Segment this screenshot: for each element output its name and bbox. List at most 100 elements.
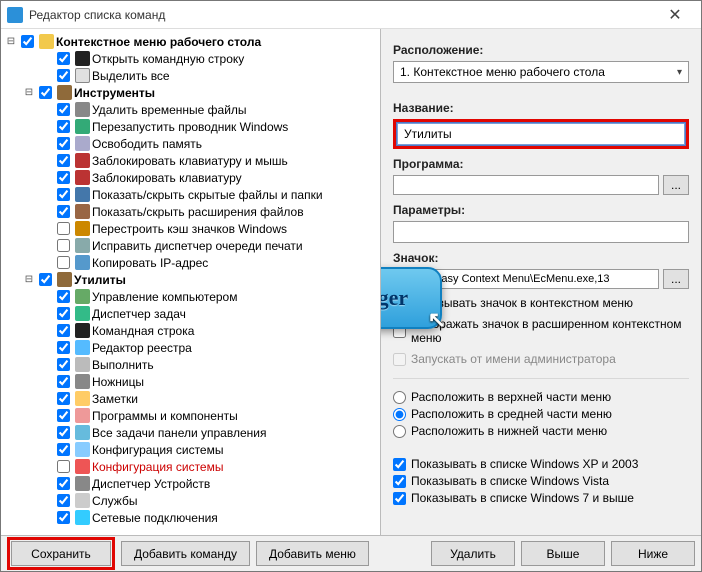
tree-checkbox[interactable] (39, 86, 52, 99)
position-middle-radio[interactable] (393, 408, 406, 421)
tree-item-label: Заблокировать клавиатуру (92, 171, 242, 185)
tree-checkbox[interactable] (57, 188, 70, 201)
tree-row[interactable]: Заблокировать клавиатуру и мышь (3, 152, 378, 169)
tree-checkbox[interactable] (39, 273, 52, 286)
tree-row[interactable]: Показать/скрыть расширения файлов (3, 203, 378, 220)
tree-row[interactable]: Выделить все (3, 67, 378, 84)
tree-row[interactable]: Командная строка (3, 322, 378, 339)
tree-row[interactable]: Показать/скрыть скрытые файлы и папки (3, 186, 378, 203)
tree-row[interactable]: ⊟Инструменты (3, 84, 378, 101)
tree-row[interactable]: Исправить диспетчер очереди печати (3, 237, 378, 254)
add-command-button[interactable]: Добавить команду (121, 541, 250, 566)
name-input[interactable] (397, 123, 685, 145)
tree-checkbox[interactable] (57, 171, 70, 184)
tree-item-icon (74, 136, 90, 152)
tree-row[interactable]: Заблокировать клавиатуру (3, 169, 378, 186)
tree-row[interactable]: Управление компьютером (3, 288, 378, 305)
tree-checkbox[interactable] (57, 222, 70, 235)
tree-checkbox[interactable] (57, 256, 70, 269)
tree-checkbox[interactable] (57, 443, 70, 456)
show-vista-checkbox[interactable] (393, 475, 406, 488)
tree-checkbox[interactable] (57, 341, 70, 354)
tree-row[interactable]: Редактор реестра (3, 339, 378, 356)
move-up-button[interactable]: Выше (521, 541, 605, 566)
tree-checkbox[interactable] (57, 154, 70, 167)
tree-item-label: Сетевые подключения (92, 511, 218, 525)
tree-row[interactable]: Перестроить кэш значков Windows (3, 220, 378, 237)
add-menu-button[interactable]: Добавить меню (256, 541, 369, 566)
tree-item-label: Диспетчер Устройств (92, 477, 210, 491)
move-down-button[interactable]: Ниже (611, 541, 695, 566)
params-label: Параметры: (393, 203, 689, 217)
tree-checkbox[interactable] (57, 69, 70, 82)
tree-checkbox[interactable] (57, 511, 70, 524)
tree-row[interactable]: Конфигурация системы (3, 441, 378, 458)
tree-checkbox[interactable] (57, 477, 70, 490)
icon-browse-button[interactable]: ... (663, 269, 689, 289)
tree-checkbox[interactable] (57, 409, 70, 422)
tree-item-icon (56, 85, 72, 101)
tree-panel[interactable]: ⊟Контекстное меню рабочего столаОткрыть … (1, 29, 381, 535)
expander-icon[interactable]: ⊟ (23, 274, 35, 285)
show-win7-checkbox[interactable] (393, 492, 406, 505)
tree-checkbox[interactable] (57, 358, 70, 371)
tree-row[interactable]: Конфигурация системы (3, 458, 378, 475)
tree-item-label: Выделить все (92, 69, 170, 83)
tree-row[interactable]: Выполнить (3, 356, 378, 373)
tree-row[interactable]: ⊟Утилиты (3, 271, 378, 288)
tree-checkbox[interactable] (57, 239, 70, 252)
tree-checkbox[interactable] (21, 35, 34, 48)
tree-row[interactable]: ⊟Контекстное меню рабочего стола (3, 33, 378, 50)
tree-checkbox[interactable] (57, 120, 70, 133)
position-top-radio[interactable] (393, 391, 406, 404)
tree-row[interactable]: Все задачи панели управления (3, 424, 378, 441)
location-select[interactable]: 1. Контекстное меню рабочего стола ▾ (393, 61, 689, 83)
tree-item-label: Перестроить кэш значков Windows (92, 222, 287, 236)
show-vista-label: Показывать в списке Windows Vista (411, 474, 609, 488)
run-admin-label: Запускать от имени администратора (411, 352, 616, 366)
program-browse-button[interactable]: ... (663, 175, 689, 195)
tree-row[interactable]: Ножницы (3, 373, 378, 390)
tree-row[interactable]: Сетевые подключения (3, 509, 378, 526)
tree-checkbox[interactable] (57, 307, 70, 320)
params-input[interactable] (393, 221, 689, 243)
location-label: Расположение: (393, 43, 689, 57)
tree-row[interactable]: Перезапустить проводник Windows (3, 118, 378, 135)
tree-checkbox[interactable] (57, 290, 70, 303)
tree-row[interactable]: Освободить память (3, 135, 378, 152)
expander-icon[interactable]: ⊟ (23, 87, 35, 98)
delete-button[interactable]: Удалить (431, 541, 515, 566)
expander-icon[interactable]: ⊟ (5, 36, 17, 47)
tree-row[interactable]: Службы (3, 492, 378, 509)
tree-item-icon (74, 51, 90, 67)
close-button[interactable]: ✕ (655, 2, 695, 28)
tree-row[interactable]: Диспетчер задач (3, 305, 378, 322)
tree-checkbox[interactable] (57, 460, 70, 473)
program-input[interactable] (393, 175, 659, 195)
tree-checkbox[interactable] (57, 392, 70, 405)
tree-checkbox[interactable] (57, 103, 70, 116)
tree-checkbox[interactable] (57, 375, 70, 388)
tree-item-label: Ножницы (92, 375, 144, 389)
save-highlight: Сохранить (7, 537, 115, 570)
tree-checkbox[interactable] (57, 205, 70, 218)
tree-item-label: Копировать IP-адрес (92, 256, 208, 270)
show-xp-checkbox[interactable] (393, 458, 406, 471)
tree-checkbox[interactable] (57, 52, 70, 65)
tree-row[interactable]: Удалить временные файлы (3, 101, 378, 118)
watermark-badge: Mr.Proger↖ (381, 267, 442, 329)
tree-checkbox[interactable] (57, 137, 70, 150)
position-bottom-radio[interactable] (393, 425, 406, 438)
tree-row[interactable]: Диспетчер Устройств (3, 475, 378, 492)
tree-row[interactable]: Программы и компоненты (3, 407, 378, 424)
tree-checkbox[interactable] (57, 426, 70, 439)
tree-row[interactable]: Заметки (3, 390, 378, 407)
tree-row[interactable]: Копировать IP-адрес (3, 254, 378, 271)
titlebar: Редактор списка команд ✕ (1, 1, 701, 29)
tree-checkbox[interactable] (57, 494, 70, 507)
position-middle-label: Расположить в средней части меню (411, 407, 612, 421)
tree-checkbox[interactable] (57, 324, 70, 337)
save-button[interactable]: Сохранить (11, 541, 111, 566)
position-bottom-label: Расположить в нижней части меню (411, 424, 607, 438)
tree-row[interactable]: Открыть командную строку (3, 50, 378, 67)
